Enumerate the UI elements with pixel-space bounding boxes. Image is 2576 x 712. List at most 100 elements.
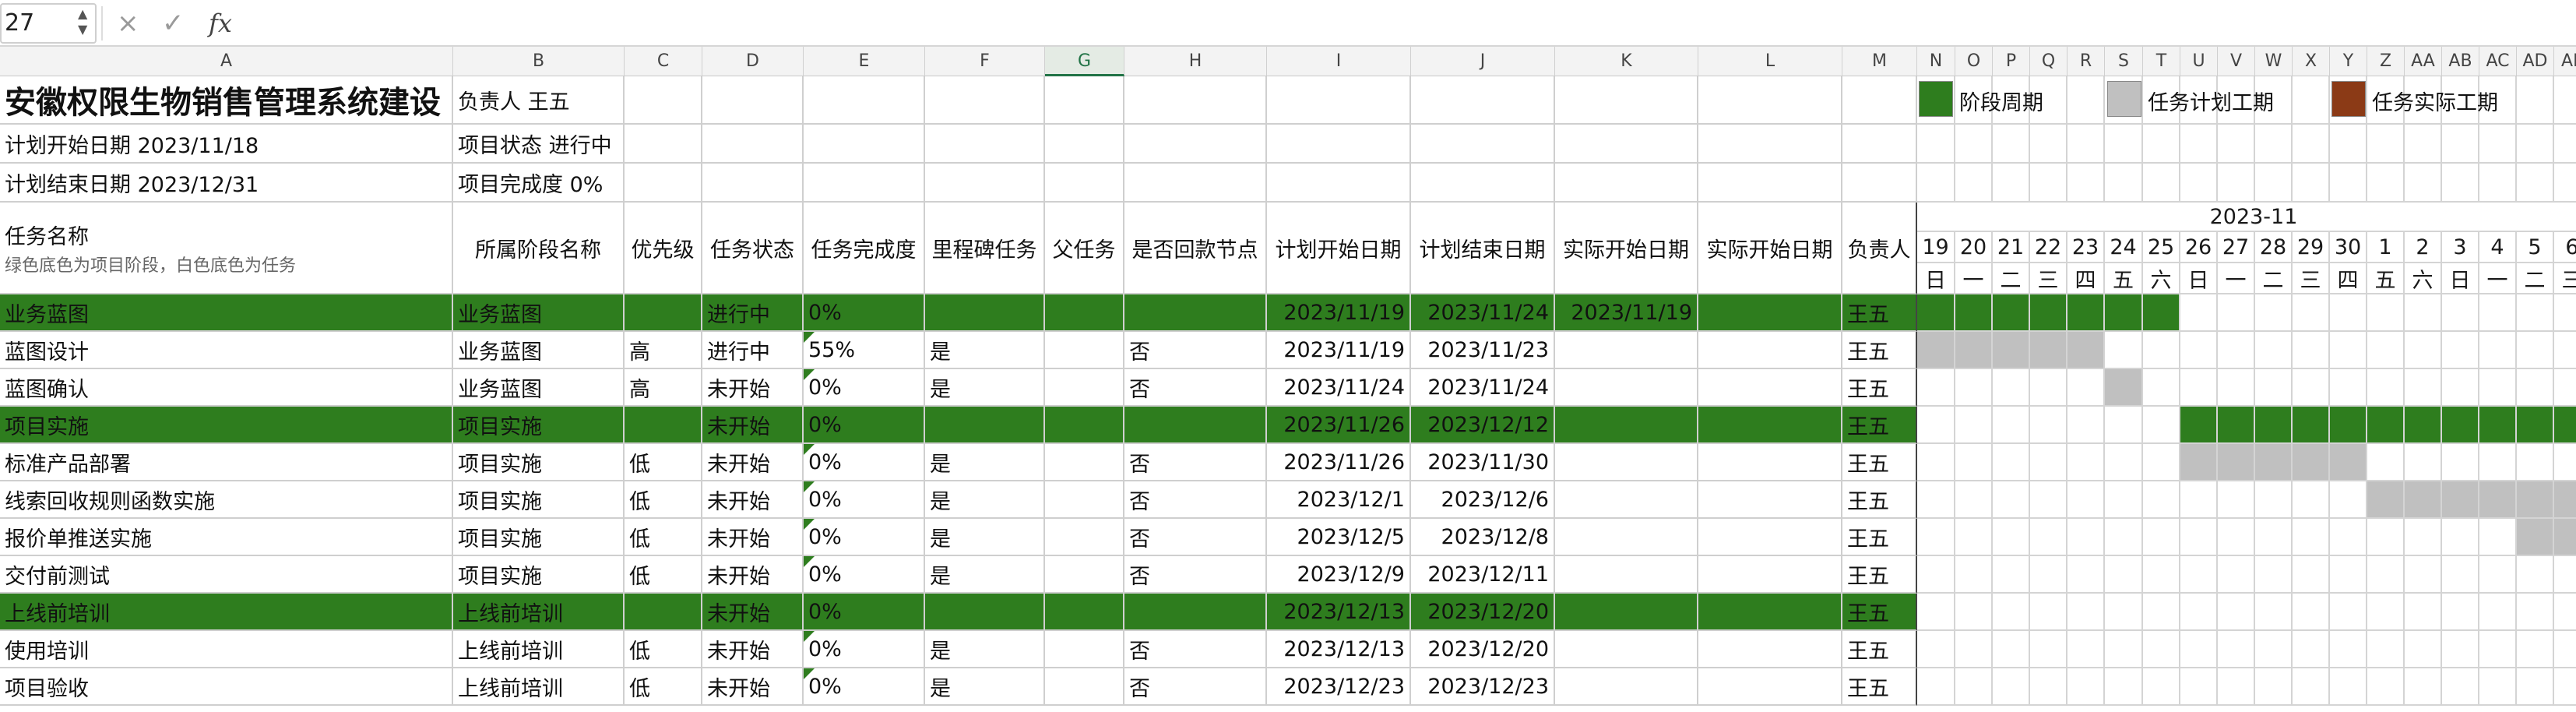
column-header-M[interactable]: M [1842,47,1917,76]
gantt-cell[interactable] [2218,594,2255,631]
column-header-F[interactable]: F [925,47,1045,76]
gantt-cell[interactable] [2442,668,2479,706]
gantt-cell[interactable] [2330,481,2367,519]
gantt-cell[interactable] [2517,407,2554,444]
cell[interactable] [2067,125,2105,164]
gantt-cell[interactable] [2554,332,2576,369]
row-4-owner[interactable]: 王五 [1842,444,1917,481]
gantt-cell[interactable] [2105,294,2143,332]
gantt-cell[interactable] [2180,519,2218,556]
cell[interactable] [1698,125,1842,164]
row-3-status[interactable]: 未开始 [702,407,804,444]
gantt-cell[interactable] [2442,481,2479,519]
row-7-milestone[interactable]: 是 [925,556,1045,594]
row-8-status[interactable]: 未开始 [702,594,804,631]
column-header-X[interactable]: X [2293,47,2330,76]
cell[interactable] [2554,76,2576,125]
row-8-priority[interactable] [625,594,702,631]
cell[interactable] [2180,125,2218,164]
gantt-cell[interactable] [2218,332,2255,369]
header-payment[interactable]: 是否回款节点 [1124,203,1267,294]
gantt-cell[interactable] [2180,631,2218,668]
gantt-cell[interactable] [2405,668,2442,706]
row-3-phase[interactable]: 项目实施 [453,407,625,444]
gantt-cell[interactable] [2067,594,2105,631]
header-plan-start[interactable]: 计划开始日期 [1267,203,1411,294]
cell[interactable] [1411,125,1555,164]
gantt-cell[interactable] [2218,369,2255,407]
gantt-cell[interactable] [2105,631,2143,668]
gantt-cell[interactable] [2143,407,2180,444]
cell[interactable] [1411,76,1555,125]
row-6-milestone[interactable]: 是 [925,519,1045,556]
name-box-spinner-icon[interactable]: ▲ ▼ [78,6,87,37]
cell[interactable] [925,125,1045,164]
gantt-cell[interactable] [2218,556,2255,594]
gantt-cell[interactable] [2255,407,2293,444]
row-9-plan-start[interactable]: 2023/12/13 [1267,631,1411,668]
cell[interactable] [1267,125,1411,164]
gantt-cell[interactable] [1917,294,1955,332]
gantt-cell[interactable] [2479,332,2517,369]
gantt-cell[interactable] [2554,481,2576,519]
gantt-cell[interactable] [2405,481,2442,519]
project-status[interactable]: 项目状态 进行中 [453,125,625,164]
row-10-payment[interactable]: 否 [1124,668,1267,706]
cell[interactable] [804,125,925,164]
gantt-cell[interactable] [2067,294,2105,332]
header-priority[interactable]: 优先级 [625,203,702,294]
gantt-cell[interactable] [2554,369,2576,407]
gantt-cell[interactable] [2218,668,2255,706]
row-9-priority[interactable]: 低 [625,631,702,668]
gantt-cell[interactable] [2554,668,2576,706]
cell[interactable] [625,125,702,164]
row-8-owner[interactable]: 王五 [1842,594,1917,631]
cell[interactable] [1993,125,2030,164]
formula-input[interactable] [257,5,2562,42]
row-5-plan-start[interactable]: 2023/12/1 [1267,481,1411,519]
column-header-Y[interactable]: Y [2330,47,2367,76]
gantt-cell[interactable] [1917,444,1955,481]
gantt-cell[interactable] [2067,668,2105,706]
gantt-cell[interactable] [2293,556,2330,594]
gantt-cell[interactable] [2442,594,2479,631]
gantt-cell[interactable] [2143,369,2180,407]
cell[interactable] [2367,164,2405,203]
gantt-cell[interactable] [2180,369,2218,407]
row-8-plan-start[interactable]: 2023/12/13 [1267,594,1411,631]
gantt-cell[interactable] [2479,668,2517,706]
column-header-G[interactable]: G [1045,47,1124,76]
row-2-name[interactable]: 蓝图确认 [0,369,453,407]
gantt-cell[interactable] [1993,594,2030,631]
gantt-cell[interactable] [2479,444,2517,481]
gantt-cell[interactable] [2180,668,2218,706]
row-4-priority[interactable]: 低 [625,444,702,481]
row-2-payment[interactable]: 否 [1124,369,1267,407]
gantt-cell[interactable] [1917,668,1955,706]
gantt-cell[interactable] [2405,294,2442,332]
row-5-payment[interactable]: 否 [1124,481,1267,519]
header-task-name[interactable]: 任务名称 绿色底色为项目阶段，白色底色为任务 [0,203,453,294]
row-8-name[interactable]: 上线前培训 [0,594,453,631]
gantt-cell[interactable] [2517,332,2554,369]
gantt-cell[interactable] [2143,631,2180,668]
row-0-milestone[interactable] [925,294,1045,332]
cell[interactable] [1698,76,1842,125]
gantt-cell[interactable] [1917,332,1955,369]
row-0-phase[interactable]: 业务蓝图 [453,294,625,332]
gantt-cell[interactable] [2479,481,2517,519]
cell[interactable] [2405,125,2442,164]
row-2-phase[interactable]: 业务蓝图 [453,369,625,407]
gantt-cell[interactable] [2479,556,2517,594]
row-7-actual-start[interactable] [1555,556,1698,594]
row-9-parent[interactable] [1045,631,1124,668]
gantt-cell[interactable] [2255,594,2293,631]
gantt-cell[interactable] [2105,407,2143,444]
row-1-plan-end[interactable]: 2023/11/23 [1411,332,1555,369]
gantt-cell[interactable] [2180,332,2218,369]
gantt-cell[interactable] [2255,444,2293,481]
row-5-actual-start[interactable] [1555,481,1698,519]
row-6-completion[interactable]: 0% [804,519,925,556]
row-8-phase[interactable]: 上线前培训 [453,594,625,631]
gantt-cell[interactable] [1993,631,2030,668]
